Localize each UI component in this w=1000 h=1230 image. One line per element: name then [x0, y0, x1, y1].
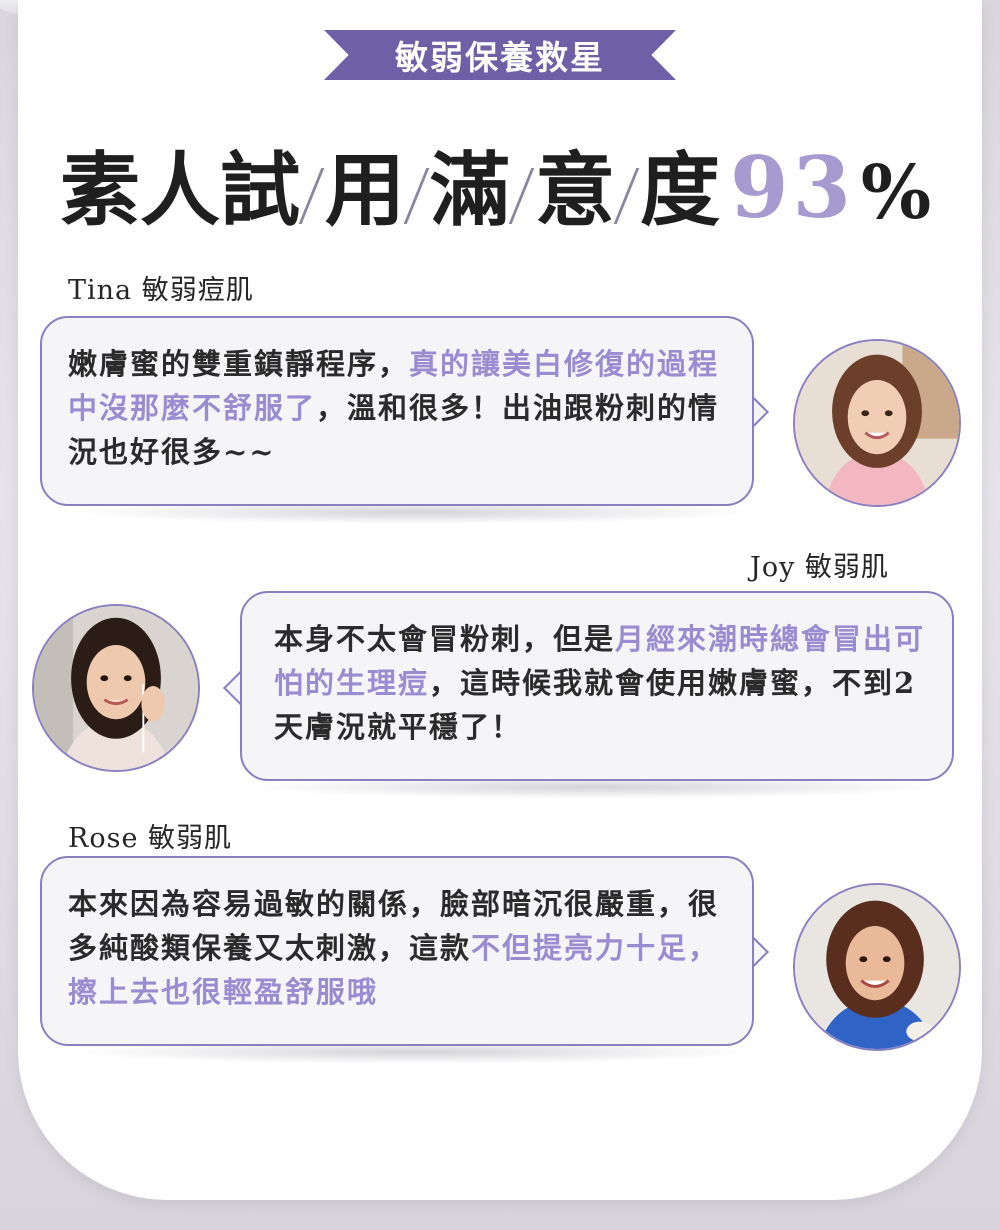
banner-label: 敏弱保養救星	[395, 38, 605, 77]
review-bubble: 本來因為容易過敏的關係，臉部暗沉很嚴重，很多純酸類保養又太刺激，這款不但提亮力十…	[40, 856, 754, 1046]
reviewer-name: Joy 敏弱肌	[750, 552, 889, 583]
woman-blue-shirt-avatar	[793, 883, 961, 1051]
reviewer-name: Rose 敏弱肌	[68, 823, 233, 854]
banner-ribbon: 敏弱保養救星	[324, 30, 676, 80]
satisfaction-number: 93	[730, 138, 855, 237]
headline-text: 度	[640, 143, 720, 237]
headline-text: 意	[535, 143, 615, 237]
headline-text: 滿	[430, 143, 510, 237]
review-bubble: 嫩膚蜜的雙重鎮靜程序，真的讓美白修復的過程中沒那麼不舒服了，溫和很多！出油跟粉刺…	[40, 316, 754, 506]
headline-text: 用	[325, 143, 405, 237]
woman-earphones-avatar	[32, 604, 200, 772]
review-text: 本身不太會冒粉刺，但是	[274, 622, 616, 656]
percent-sign: %	[860, 150, 932, 236]
woman-pink-sweater-avatar	[793, 339, 961, 507]
headline-divider	[298, 168, 325, 224]
review-text: 嫩膚蜜的雙重鎮靜程序，	[68, 347, 410, 381]
headline-divider	[613, 168, 640, 224]
headline-divider	[403, 168, 430, 224]
reviewer-name: Tina 敏弱痘肌	[68, 275, 254, 306]
review-bubble: 本身不太會冒粉刺，但是月經來潮時總會冒出可怕的生理痘，這時候我就會使用嫩膚蜜，不…	[240, 591, 954, 781]
headline-divider	[508, 168, 535, 224]
headline: 素人試 用 滿 意 度 93 %	[60, 120, 940, 237]
headline-text: 素人試	[60, 143, 300, 237]
